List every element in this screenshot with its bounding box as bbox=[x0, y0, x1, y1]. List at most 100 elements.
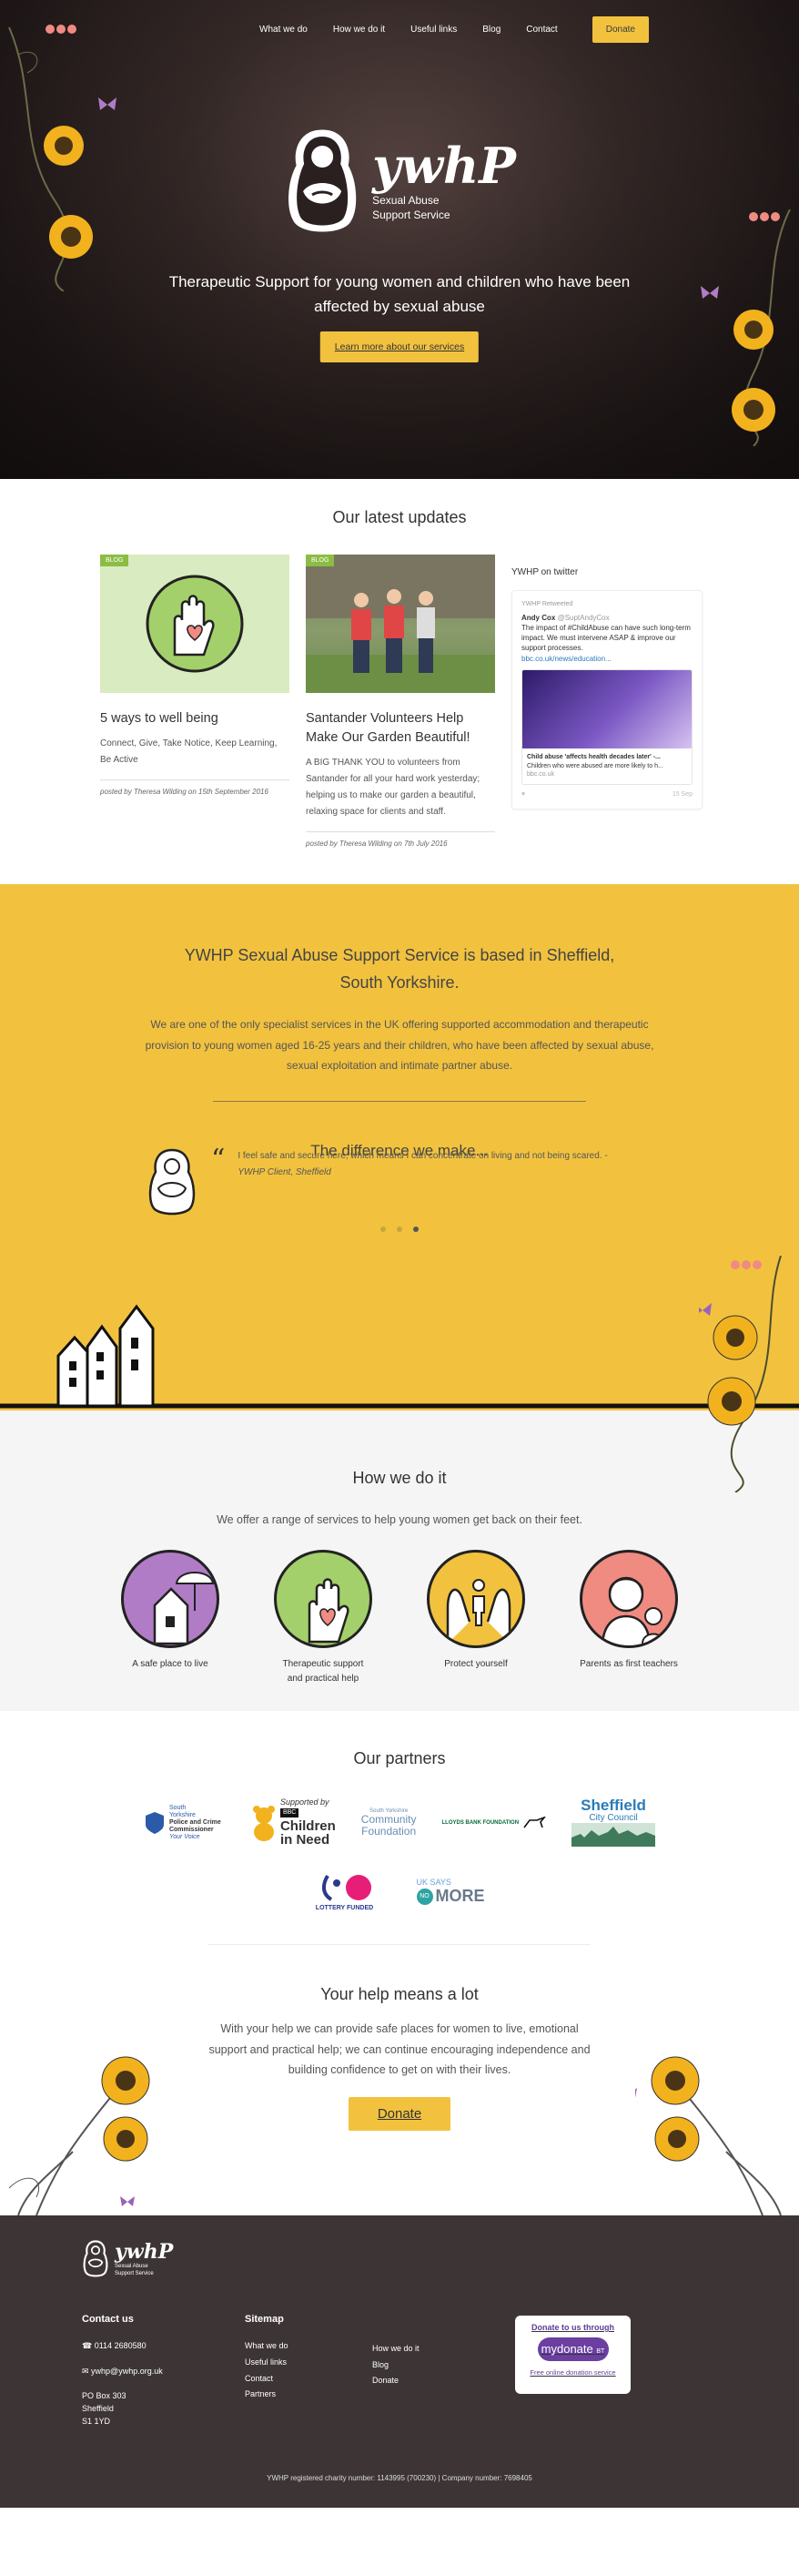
protecting-hands-icon[interactable] bbox=[427, 1550, 525, 1649]
contact-phone[interactable]: 0114 2680580 bbox=[95, 2341, 147, 2350]
lottery-logo-icon bbox=[321, 1875, 371, 1901]
sitemap-link[interactable]: Donate bbox=[372, 2373, 420, 2389]
divider bbox=[208, 1944, 591, 1946]
learn-more-button[interactable]: Learn more about our services bbox=[319, 331, 480, 362]
brand-wordmark: ywhP bbox=[372, 137, 516, 196]
pcc-line1: South bbox=[168, 1804, 187, 1811]
nav-how-we-do-it[interactable]: How we do it bbox=[333, 25, 385, 35]
address-line: S1 1YD bbox=[82, 2417, 111, 2427]
tweet-handle[interactable]: @SuptAndyCox bbox=[558, 614, 610, 622]
partner-logo-lloyds[interactable]: LLOYDS BANK FOUNDATION bbox=[441, 1817, 546, 1829]
mother-child-icon[interactable] bbox=[580, 1550, 678, 1649]
partners-title: Our partners bbox=[353, 1749, 446, 1768]
partner-logo-sheffield-council[interactable]: Sheffield City Council bbox=[571, 1797, 656, 1848]
tweet-author[interactable]: Andy Cox bbox=[521, 614, 555, 622]
post-title[interactable]: Santander Volunteers Help Make Our Garde… bbox=[306, 709, 495, 748]
post-title[interactable]: 5 ways to well being bbox=[100, 709, 289, 728]
sheff-line2: City Council bbox=[589, 1813, 638, 1824]
volunteers-photo bbox=[306, 555, 495, 693]
footer-tagline-line2: Support Service bbox=[115, 2271, 154, 2277]
tweet[interactable]: YWHP Retweeted Andy Cox @SuptAndyCox The… bbox=[511, 590, 703, 809]
brand-tagline-line2: Support Service bbox=[372, 209, 450, 221]
pager-dot[interactable] bbox=[397, 1227, 402, 1233]
blog-post-card[interactable]: BLOG 5 ways to well being Connect, Give,… bbox=[100, 555, 289, 848]
testimonial-pager bbox=[380, 1227, 419, 1233]
hero-section: What we do How we do it Useful links Blo… bbox=[0, 0, 799, 479]
tweet-card-text: Children who were abused are more likely… bbox=[527, 762, 663, 769]
nomore-line1: UK SAYS bbox=[416, 1878, 451, 1888]
tweet-card-image bbox=[522, 669, 692, 748]
service-safe-place[interactable]: A safe place to live bbox=[121, 1550, 219, 1685]
service-label[interactable]: Protect yourself bbox=[427, 1657, 525, 1672]
post-thumbnail[interactable]: BLOG bbox=[100, 555, 289, 693]
sitemap-link[interactable]: Blog bbox=[372, 2357, 420, 2374]
twitter-widget: YWHP on twitter YWHP Retweeted Andy Cox … bbox=[511, 555, 703, 848]
flowers-right-decoration bbox=[699, 1256, 782, 1493]
nav-donate-button[interactable]: Donate bbox=[592, 16, 649, 43]
tweet-time[interactable]: 15 Sep bbox=[673, 790, 693, 799]
house-umbrella-icon[interactable] bbox=[121, 1550, 219, 1649]
post-tag: BLOG bbox=[306, 555, 335, 566]
cf-line3: Foundation bbox=[361, 1825, 417, 1838]
service-label[interactable]: Therapeutic support and practical help bbox=[274, 1657, 372, 1685]
phone-icon: ☎ bbox=[82, 2341, 95, 2351]
donate-button[interactable]: Donate bbox=[349, 2096, 450, 2131]
help-title: Your help means a lot bbox=[320, 1985, 479, 2004]
nav-blog[interactable]: Blog bbox=[482, 25, 501, 35]
nav-what-we-do[interactable]: What we do bbox=[259, 25, 308, 35]
site-footer: ywhP Sexual Abuse Support Service Contac… bbox=[0, 2215, 799, 2509]
about-heading: YWHP Sexual Abuse Support Service is bas… bbox=[184, 946, 615, 992]
post-meta: posted by Theresa Wilding on 15th Septem… bbox=[100, 779, 289, 796]
pager-dot-active[interactable] bbox=[413, 1227, 419, 1233]
houses-illustration bbox=[0, 1304, 799, 1409]
service-label[interactable]: A safe place to live bbox=[121, 1657, 219, 1672]
partner-logo-lottery[interactable]: LOTTERY FUNDED bbox=[315, 1872, 375, 1911]
footer-logo[interactable]: ywhP Sexual Abuse Support Service bbox=[82, 2237, 173, 2281]
sitemap-link[interactable]: Contact bbox=[245, 2371, 288, 2388]
lottery-text: LOTTERY FUNDED bbox=[315, 1905, 374, 1912]
sitemap-link[interactable]: Useful links bbox=[245, 2355, 288, 2371]
pudsey-bear-icon bbox=[252, 1806, 275, 1842]
contact-email[interactable]: ywhp@ywhp.org.uk bbox=[91, 2367, 163, 2376]
partner-logo-no-more[interactable]: UK SAYS NO MORE bbox=[416, 1878, 485, 1906]
tweet-card-domain: bbc.co.uk bbox=[527, 771, 554, 779]
pager-dot[interactable] bbox=[380, 1227, 386, 1233]
sitemap-column: Sitemap What we do Useful links Contact … bbox=[245, 2310, 288, 2403]
cin-supported: Supported by bbox=[279, 1797, 329, 1807]
like-icon[interactable]: ♥ bbox=[521, 790, 525, 799]
nav-contact[interactable]: Contact bbox=[526, 25, 557, 35]
service-therapeutic[interactable]: Therapeutic support and practical help bbox=[274, 1550, 372, 1685]
tweet-link[interactable]: bbc.co.uk/news/education... bbox=[521, 654, 693, 664]
service-parents[interactable]: Parents as first teachers bbox=[580, 1550, 678, 1685]
pcc-line4: Commissioner bbox=[168, 1827, 214, 1834]
about-section: YWHP Sexual Abuse Support Service is bas… bbox=[0, 884, 799, 1493]
mydonate-footer: Free online donation service bbox=[530, 2368, 616, 2377]
address-line: PO Box 303 bbox=[82, 2390, 126, 2400]
mydonate-sub: BT bbox=[596, 2348, 605, 2356]
quote-text: I feel safe and secure here, which means… bbox=[238, 1151, 608, 1162]
pcc-line2: Yorkshire bbox=[168, 1811, 196, 1818]
latest-updates-section: Our latest updates BLOG 5 ways to well b… bbox=[0, 479, 799, 884]
blog-post-card[interactable]: BLOG Santander Volunteers Help Make Our … bbox=[306, 555, 495, 848]
hero-headline: Therapeutic Support for young women and … bbox=[168, 273, 631, 316]
service-protect-yourself[interactable]: Protect yourself bbox=[427, 1550, 525, 1685]
hero-logo: ywhP Sexual Abuse Support Service bbox=[283, 127, 516, 237]
sitemap-link[interactable]: Partners bbox=[245, 2387, 288, 2403]
post-excerpt: A BIG THANK YOU to volunteers from Santa… bbox=[306, 758, 480, 818]
partner-logo-community-foundation[interactable]: South Yorkshire Community Foundation bbox=[361, 1808, 417, 1838]
post-thumbnail[interactable]: BLOG bbox=[306, 555, 495, 693]
pcc-tagline: Your Voice bbox=[168, 1834, 200, 1841]
mydonate-badge[interactable]: Donate to us through mydonate BT Free on… bbox=[515, 2316, 631, 2395]
how-title: How we do it bbox=[352, 1469, 447, 1488]
quote-source: YWHP Client, Sheffield bbox=[238, 1167, 331, 1178]
partner-logo-children-in-need[interactable]: Supported by BBC Children in Need bbox=[251, 1797, 336, 1848]
sitemap-link[interactable]: What we do bbox=[245, 2338, 288, 2355]
hand-heart-icon[interactable] bbox=[274, 1550, 372, 1649]
tweet-card[interactable]: Child abuse 'affects health decades late… bbox=[521, 668, 693, 786]
partner-logo-pcc[interactable]: South Yorkshire Police and Crime Commiss… bbox=[144, 1805, 226, 1841]
service-label[interactable]: Parents as first teachers bbox=[580, 1657, 678, 1672]
nomore-badge: NO bbox=[416, 1888, 433, 1905]
nav-useful-links[interactable]: Useful links bbox=[410, 25, 457, 35]
sitemap-link[interactable]: How we do it bbox=[372, 2341, 420, 2357]
post-meta: posted by Theresa Wilding on 7th July 20… bbox=[306, 831, 495, 848]
